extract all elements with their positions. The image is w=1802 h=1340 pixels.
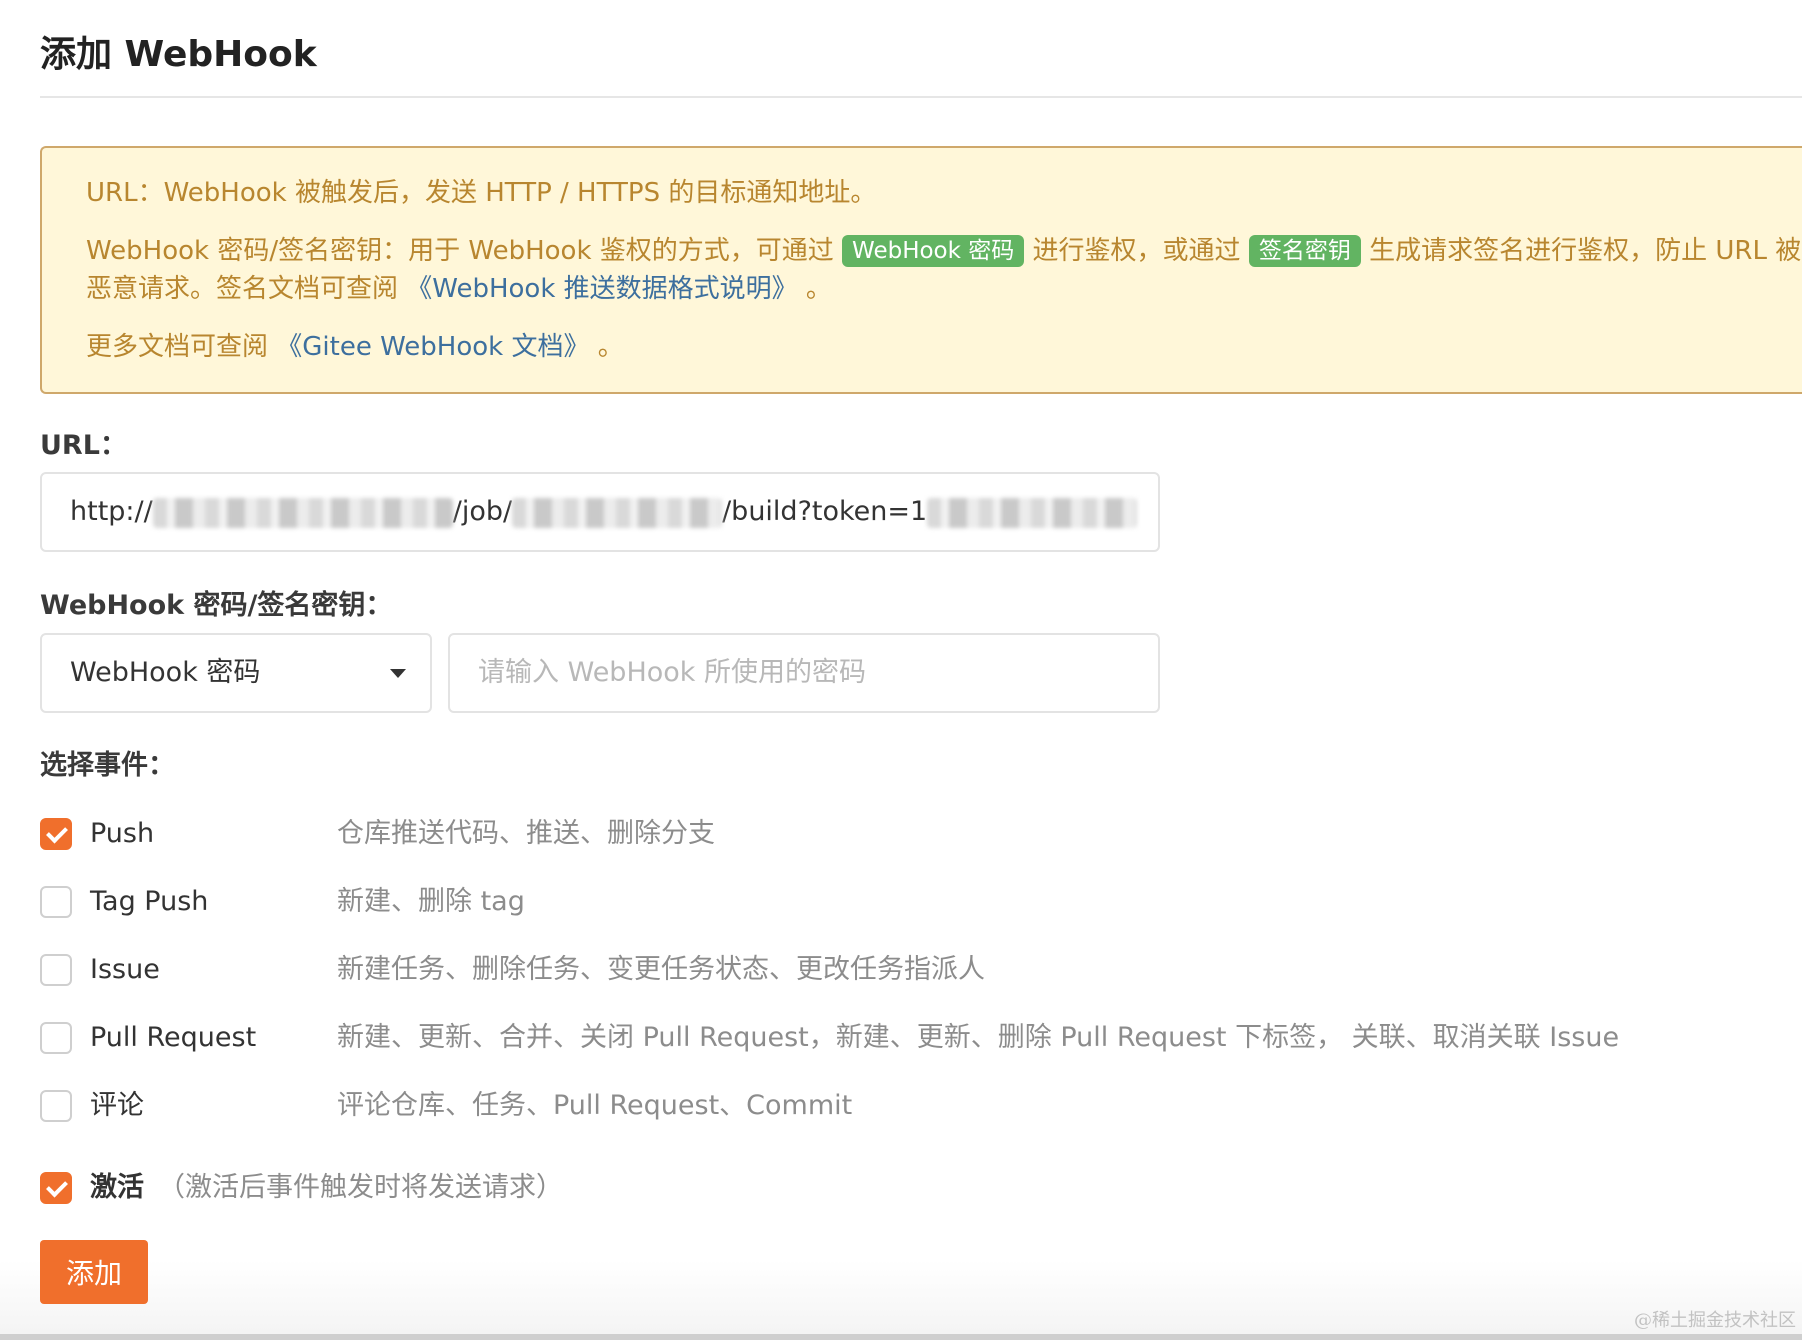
secret-label: WebHook 密码/签名密钥： [40,590,393,621]
bottom-fade [0,1260,1802,1340]
notice-more-docs-line: 更多文档可查阅 《Gitee WebHook 文档》 。 [86,328,1802,366]
issue-checkbox[interactable] [40,954,72,986]
notice-more-docs-text: 更多文档可查阅 [86,332,269,362]
url-value-part3: /build?token=1 [722,496,928,527]
event-desc: 仓库推送代码、推送、删除分支 [337,818,715,849]
info-notice: URL：WebHook 被触发后，发送 HTTP / HTTPS 的目标通知地址… [40,146,1802,394]
notice-period-2: 。 [597,332,624,362]
event-name: Issue [90,954,160,985]
event-desc: 新建、删除 tag [337,886,525,917]
secret-type-select[interactable]: WebHook 密码 [40,633,432,713]
notice-pwd-text-b: 进行鉴权，或通过 [1032,236,1241,266]
password-input[interactable]: 请输入 WebHook 所使用的密码 [448,633,1160,713]
tag-push-checkbox[interactable] [40,886,72,918]
event-desc: 新建、更新、合并、关闭 Pull Request，新建、更新、删除 Pull R… [337,1022,1620,1053]
events-label: 选择事件： [40,750,175,781]
event-row-issue[interactable]: Issue 新建任务、删除任务、变更任务状态、更改任务指派人 [40,952,1740,992]
url-input[interactable]: http:// /job/ /build?token=1 [40,472,1160,552]
page-title: 添加 WebHook [40,34,317,75]
tag-sign-key: 签名密钥 [1248,235,1361,267]
activate-label: 激活 [90,1172,144,1203]
event-name: Tag Push [90,886,209,917]
push-checkbox[interactable] [40,818,72,850]
event-desc: 新建任务、删除任务、变更任务状态、更改任务指派人 [337,954,985,985]
title-divider [40,96,1802,98]
notice-password-line: WebHook 密码/签名密钥：用于 WebHook 鉴权的方式，可通过 Web… [86,232,1802,308]
url-value-part1: http:// [70,496,153,527]
notice-url-line: URL：WebHook 被触发后，发送 HTTP / HTTPS 的目标通知地址… [86,178,877,208]
pull-request-checkbox[interactable] [40,1022,72,1054]
event-row-comment[interactable]: 评论 评论仓库、任务、Pull Request、Commit [40,1088,1740,1128]
activate-checkbox[interactable] [40,1172,72,1204]
redacted-job [512,497,723,528]
bottom-bar [0,1334,1802,1340]
notice-pwd-text-a: WebHook 密码/签名密钥：用于 WebHook 鉴权的方式，可通过 [86,236,834,266]
event-row-tag-push[interactable]: Tag Push 新建、删除 tag [40,884,1740,924]
activate-row[interactable]: 激活 （激活后事件触发时将发送请求） [40,1170,1740,1210]
event-name: Pull Request [90,1022,257,1053]
notice-period: 。 [805,274,832,304]
gitee-docs-link[interactable]: 《Gitee WebHook 文档》 [276,332,589,362]
event-row-push[interactable]: Push 仓库推送代码、推送、删除分支 [40,816,1740,856]
event-row-pull-request[interactable]: Pull Request 新建、更新、合并、关闭 Pull Request，新建… [40,1020,1740,1060]
event-name: 评论 [90,1090,144,1121]
format-doc-link[interactable]: 《WebHook 推送数据格式说明》 [406,274,797,304]
watermark: @稀土掘金技术社区 [1634,1310,1796,1331]
tag-webhook-password: WebHook 密码 [842,235,1025,267]
add-button[interactable]: 添加 [40,1240,148,1304]
activate-note: （激活后事件触发时将发送请求） [158,1172,563,1203]
event-name: Push [90,818,155,849]
redacted-token [927,497,1138,528]
chevron-down-icon [390,669,406,678]
comment-checkbox[interactable] [40,1090,72,1122]
url-label: URL： [40,430,127,461]
url-value-part2: /job/ [452,496,513,527]
secret-type-value: WebHook 密码 [70,657,261,688]
event-desc: 评论仓库、任务、Pull Request、Commit [337,1090,853,1121]
redacted-host [152,497,453,528]
